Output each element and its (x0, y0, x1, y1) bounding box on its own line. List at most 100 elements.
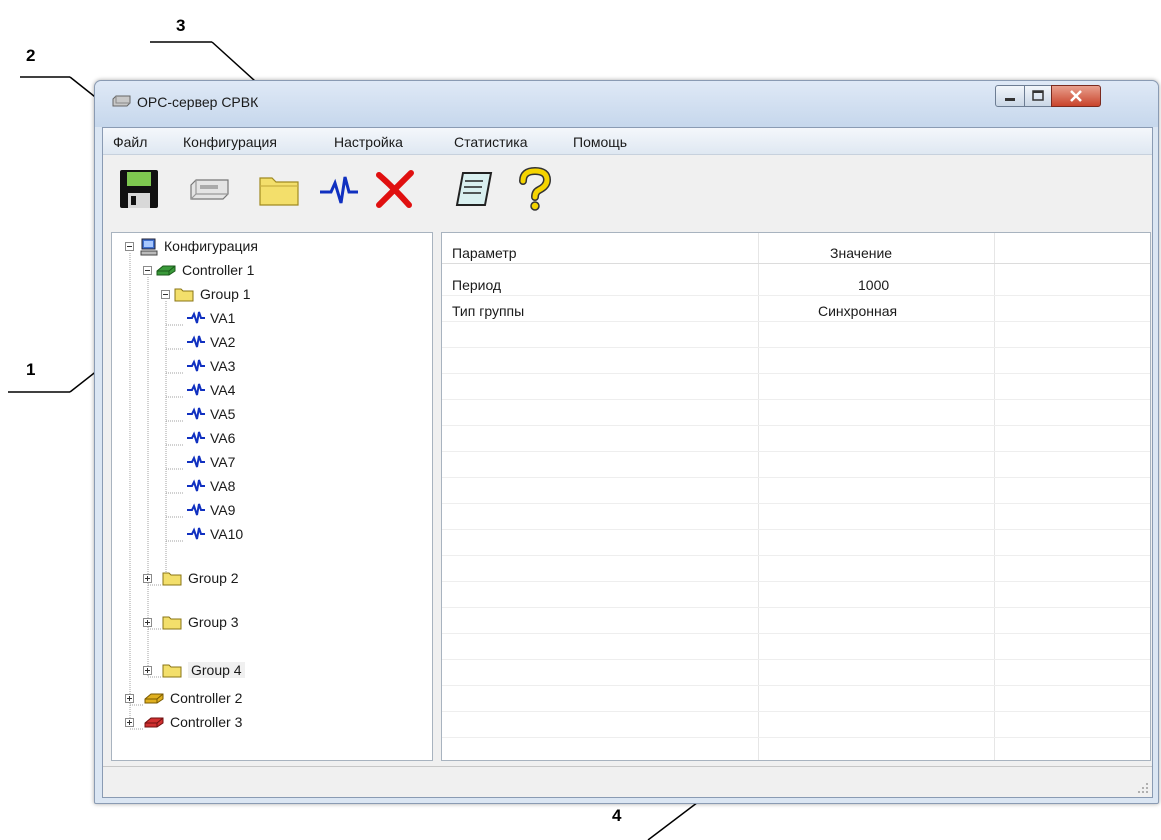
folder-icon[interactable] (257, 167, 301, 211)
tree-label-controller-2: Controller 2 (170, 690, 243, 706)
controller-icon (144, 693, 164, 704)
signal-icon (187, 479, 205, 492)
signal-icon (187, 311, 205, 324)
tree-label-var: VA3 (210, 358, 236, 374)
row-divider (442, 607, 1150, 608)
collapse-icon[interactable] (125, 242, 134, 251)
row-divider (442, 425, 1150, 426)
signal-icon (187, 503, 205, 516)
row-divider (442, 529, 1150, 530)
menu-configuration[interactable]: Конфигурация (183, 134, 277, 150)
row-divider (442, 633, 1150, 634)
row-divider (442, 477, 1150, 478)
signal-icon (187, 527, 205, 540)
expand-icon[interactable] (125, 718, 134, 727)
folder-icon (174, 288, 194, 302)
collapse-icon[interactable] (143, 266, 152, 275)
tree-label-var: VA1 (210, 310, 236, 326)
expand-icon[interactable] (143, 666, 152, 675)
expand-icon[interactable] (125, 694, 134, 703)
tree-label-var: VA5 (210, 406, 236, 422)
row-divider (442, 321, 1150, 322)
tree-label-group-1: Group 1 (200, 286, 251, 302)
save-icon[interactable] (117, 167, 161, 211)
row-divider (442, 711, 1150, 712)
column-divider (994, 233, 995, 760)
tree-label-var: VA4 (210, 382, 236, 398)
title-bar[interactable]: OPC-сервер СРВК (95, 81, 1158, 127)
window-title: OPC-сервер СРВК (137, 94, 259, 110)
signal-icon (187, 407, 205, 420)
column-header-parameter[interactable]: Параметр (452, 245, 517, 275)
controller-icon (144, 717, 164, 728)
collapse-icon[interactable] (161, 290, 170, 299)
device-icon[interactable] (187, 167, 231, 211)
callout-2: 2 (26, 46, 36, 65)
tree-label-root: Конфигурация (164, 238, 258, 254)
callout-3: 3 (176, 16, 186, 35)
computer-icon (140, 238, 158, 256)
menu-settings[interactable]: Настройка (334, 134, 403, 150)
row-divider (442, 581, 1150, 582)
tree-label-group-2: Group 2 (188, 570, 239, 586)
folder-icon (162, 572, 182, 586)
expand-icon[interactable] (143, 574, 152, 583)
row-divider (442, 659, 1150, 660)
folder-icon (162, 616, 182, 630)
tree-label-var: VA6 (210, 430, 236, 446)
menu-help[interactable]: Помощь (573, 134, 627, 150)
signal-icon (187, 359, 205, 372)
callout-4: 4 (612, 806, 622, 825)
controller-icon (156, 265, 176, 276)
notepad-icon[interactable] (453, 167, 497, 211)
resize-grip-icon[interactable] (1137, 782, 1149, 794)
maximize-icon (1032, 90, 1044, 101)
toolbar (103, 155, 1152, 225)
tree-lines (129, 253, 184, 730)
tree-label-group-4: Group 4 (188, 662, 245, 678)
property-grid[interactable]: Параметр Значение Период 1000 Тип группы… (441, 232, 1151, 761)
menu-file[interactable]: Файл (113, 134, 147, 150)
config-tree[interactable]: Конфигурация Controller 1 Group 1 VA1 VA… (111, 232, 433, 761)
tree-label-var: VA2 (210, 334, 236, 350)
cell-value[interactable]: 1000 (858, 277, 889, 293)
tree-label-group-3: Group 3 (188, 614, 239, 630)
maximize-button[interactable] (1024, 85, 1052, 107)
signal-icon (187, 455, 205, 468)
row-divider (442, 295, 1150, 296)
tree-label-var: VA9 (210, 502, 236, 518)
row-divider (442, 503, 1150, 504)
callout-1: 1 (26, 360, 36, 379)
tree-label-var: VA8 (210, 478, 236, 494)
row-divider (442, 451, 1150, 452)
menu-bar: Файл Конфигурация Настройка Статистика П… (103, 128, 1152, 155)
minimize-icon (1005, 98, 1015, 101)
signal-icon (187, 335, 205, 348)
signal-icon[interactable] (317, 167, 361, 211)
cell-value[interactable]: Синхронная (818, 303, 897, 319)
row-divider (442, 685, 1150, 686)
row-divider (442, 347, 1150, 348)
cell-param[interactable]: Период (452, 277, 501, 293)
minimize-button[interactable] (995, 85, 1025, 107)
column-header-value[interactable]: Значение (830, 245, 892, 275)
tree-label-controller-3: Controller 3 (170, 714, 243, 730)
expand-icon[interactable] (143, 618, 152, 627)
row-divider (442, 737, 1150, 738)
signal-icon (187, 383, 205, 396)
menu-statistics[interactable]: Статистика (454, 134, 528, 150)
tree-label-var: VA7 (210, 454, 236, 470)
signal-icon (187, 431, 205, 444)
delete-icon[interactable] (373, 167, 417, 211)
close-button[interactable] (1051, 85, 1101, 107)
status-bar (103, 766, 1152, 797)
row-divider (442, 373, 1150, 374)
tree-label-var: VA10 (210, 526, 244, 542)
splitter[interactable] (434, 232, 438, 759)
help-icon[interactable] (513, 167, 557, 211)
row-divider (442, 555, 1150, 556)
tree-label-controller-1: Controller 1 (182, 262, 255, 278)
cell-param[interactable]: Тип группы (452, 303, 524, 319)
app-window: OPC-сервер СРВК Файл Конфигурация Настро… (94, 80, 1159, 804)
close-icon (1070, 90, 1082, 102)
